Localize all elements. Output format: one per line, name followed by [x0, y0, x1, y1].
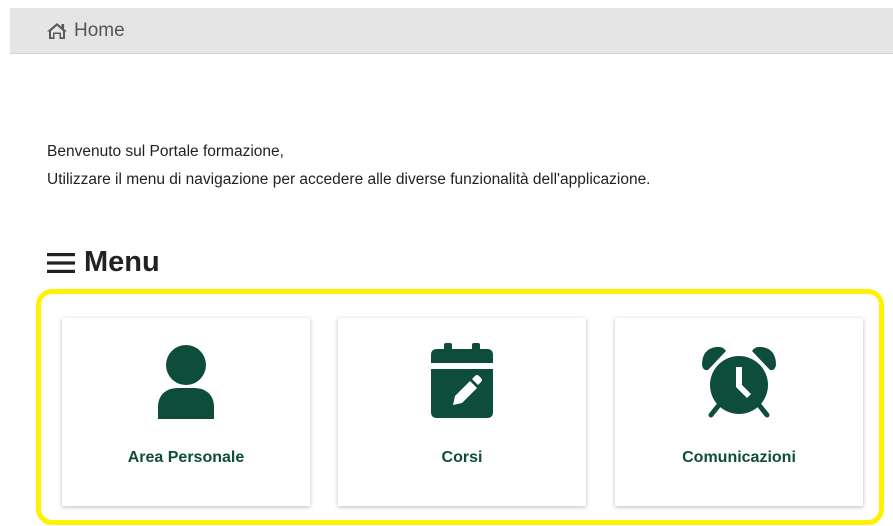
menu-card-label: Comunicazioni	[682, 449, 796, 466]
page: Home Benvenuto sul Portale formazione, U…	[0, 0, 893, 526]
breadcrumb: Home	[10, 8, 893, 54]
menu-title: Menu	[84, 246, 160, 278]
calendar-edit-icon	[428, 343, 496, 419]
hamburger-icon	[46, 251, 76, 275]
welcome-line-1: Benvenuto sul Portale formazione,	[47, 143, 284, 160]
menu-card-corsi[interactable]: Corsi	[338, 318, 586, 506]
menu-heading: Menu	[46, 246, 160, 279]
home-label: Home	[74, 19, 125, 41]
alarm-clock-icon	[699, 343, 779, 419]
welcome-text: Benvenuto sul Portale formazione, Utiliz…	[47, 138, 651, 194]
welcome-line-2: Utilizzare il menu di navigazione per ac…	[47, 171, 651, 188]
menu-card-comunicazioni[interactable]: Comunicazioni	[615, 318, 863, 506]
menu-card-label: Corsi	[441, 449, 483, 466]
user-icon	[152, 343, 220, 419]
menu-card-area-personale[interactable]: Area Personale	[62, 318, 310, 506]
home-link[interactable]: Home	[46, 20, 125, 42]
home-icon	[46, 21, 68, 41]
menu-card-label: Area Personale	[127, 449, 245, 466]
